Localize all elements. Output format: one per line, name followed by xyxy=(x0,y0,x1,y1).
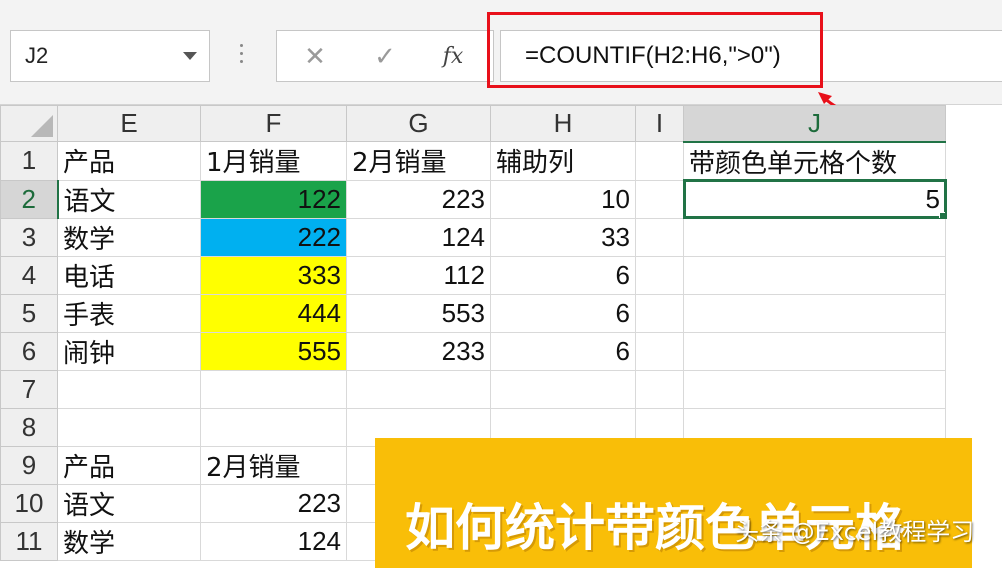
insert-function-icon[interactable]: fx xyxy=(433,37,473,77)
table-row: 6 闹钟 555 233 6 xyxy=(0,331,946,371)
cell-j6[interactable] xyxy=(683,331,946,371)
chevron-down-icon[interactable] xyxy=(183,52,197,60)
row-header-8[interactable]: 8 xyxy=(0,407,58,447)
cell-i3[interactable] xyxy=(635,217,684,257)
cell-e10[interactable]: 语文 xyxy=(57,483,201,523)
table-row: 2 语文 122 223 10 5 xyxy=(0,179,947,219)
column-header-e[interactable]: E xyxy=(57,105,201,142)
cell-i6[interactable] xyxy=(635,331,684,371)
cell-e2[interactable]: 语文 xyxy=(57,179,201,219)
table-row: 5 手表 444 553 6 xyxy=(0,293,946,333)
row-header-2[interactable]: 2 xyxy=(0,179,59,219)
row-header-5[interactable]: 5 xyxy=(0,293,58,333)
cell-f8[interactable] xyxy=(200,407,347,447)
cell-i4[interactable] xyxy=(635,255,684,295)
formula-buttons: ✕ ✓ fx xyxy=(276,30,494,82)
select-all-corner[interactable] xyxy=(0,105,58,142)
cell-i1[interactable] xyxy=(635,141,684,181)
cell-e6[interactable]: 闹钟 xyxy=(57,331,201,371)
cell-h2[interactable]: 10 xyxy=(490,179,636,219)
cell-h7[interactable] xyxy=(490,369,636,409)
cell-e9[interactable]: 产品 xyxy=(57,445,201,485)
cell-e3[interactable]: 数学 xyxy=(57,217,201,257)
table-row: 3 数学 222 124 33 xyxy=(0,217,946,257)
cell-h4[interactable]: 6 xyxy=(490,255,636,295)
cell-e11[interactable]: 数学 xyxy=(57,521,201,561)
cell-f10[interactable]: 223 xyxy=(200,483,347,523)
cell-j1[interactable]: 带颜色单元格个数 xyxy=(683,141,946,181)
cell-e1[interactable]: 产品 xyxy=(57,141,201,181)
cell-f2[interactable]: 122 xyxy=(200,179,347,219)
column-header-h[interactable]: H xyxy=(490,105,636,142)
cell-j5[interactable] xyxy=(683,293,946,333)
fill-handle[interactable] xyxy=(939,211,945,217)
cell-f9[interactable]: 2月销量 xyxy=(200,445,347,485)
cell-j3[interactable] xyxy=(683,217,946,257)
cell-g4[interactable]: 112 xyxy=(346,255,491,295)
cell-g2[interactable]: 223 xyxy=(346,179,491,219)
cell-i2[interactable] xyxy=(635,179,684,219)
cell-f1[interactable]: 1月销量 xyxy=(200,141,347,181)
annotation-highlight-box xyxy=(487,12,823,88)
cell-f11[interactable]: 124 xyxy=(200,521,347,561)
cell-e4[interactable]: 电话 xyxy=(57,255,201,295)
table-row: 4 电话 333 112 6 xyxy=(0,255,946,295)
cell-f6[interactable]: 555 xyxy=(200,331,347,371)
row-header-7[interactable]: 7 xyxy=(0,369,58,409)
name-box[interactable]: J2 xyxy=(10,30,210,82)
row-header-9[interactable]: 9 xyxy=(0,445,58,485)
cell-f4[interactable]: 333 xyxy=(200,255,347,295)
cell-e7[interactable] xyxy=(57,369,201,409)
cell-g3[interactable]: 124 xyxy=(346,217,491,257)
name-box-value: J2 xyxy=(25,43,49,68)
cell-i7[interactable] xyxy=(635,369,684,409)
cell-f5[interactable]: 444 xyxy=(200,293,347,333)
cell-g5[interactable]: 553 xyxy=(346,293,491,333)
row-header-1[interactable]: 1 xyxy=(0,141,58,181)
row-header-3[interactable]: 3 xyxy=(0,217,58,257)
enter-icon[interactable]: ✓ xyxy=(365,37,405,77)
table-row: 7 xyxy=(0,369,946,409)
cell-j2[interactable]: 5 xyxy=(682,179,947,219)
cell-f3[interactable]: 222 xyxy=(200,217,347,257)
splitter-handle[interactable] xyxy=(240,44,244,70)
cell-j4[interactable] xyxy=(683,255,946,295)
cell-g6[interactable]: 233 xyxy=(346,331,491,371)
cancel-icon[interactable]: ✕ xyxy=(295,37,335,77)
cell-g1[interactable]: 2月销量 xyxy=(346,141,491,181)
column-header-g[interactable]: G xyxy=(346,105,491,142)
cell-g7[interactable] xyxy=(346,369,491,409)
cell-j7[interactable] xyxy=(683,369,946,409)
row-header-10[interactable]: 10 xyxy=(0,483,58,523)
column-header-j[interactable]: J xyxy=(683,105,946,143)
column-header-f[interactable]: F xyxy=(200,105,347,142)
cell-h6[interactable]: 6 xyxy=(490,331,636,371)
row-header-6[interactable]: 6 xyxy=(0,331,58,371)
cell-e8[interactable] xyxy=(57,407,201,447)
column-header-i[interactable]: I xyxy=(635,105,684,142)
cell-h5[interactable]: 6 xyxy=(490,293,636,333)
table-row: 1 产品 1月销量 2月销量 辅助列 带颜色单元格个数 xyxy=(0,141,946,181)
row-header-4[interactable]: 4 xyxy=(0,255,58,295)
title-banner: 如何统计带颜色单元格 xyxy=(375,438,972,568)
cell-h1[interactable]: 辅助列 xyxy=(490,141,636,181)
row-header-11[interactable]: 11 xyxy=(0,521,58,561)
cell-i5[interactable] xyxy=(635,293,684,333)
cell-h3[interactable]: 33 xyxy=(490,217,636,257)
cell-e5[interactable]: 手表 xyxy=(57,293,201,333)
watermark: 头条 @Excel教程学习 xyxy=(735,518,975,546)
cell-f7[interactable] xyxy=(200,369,347,409)
